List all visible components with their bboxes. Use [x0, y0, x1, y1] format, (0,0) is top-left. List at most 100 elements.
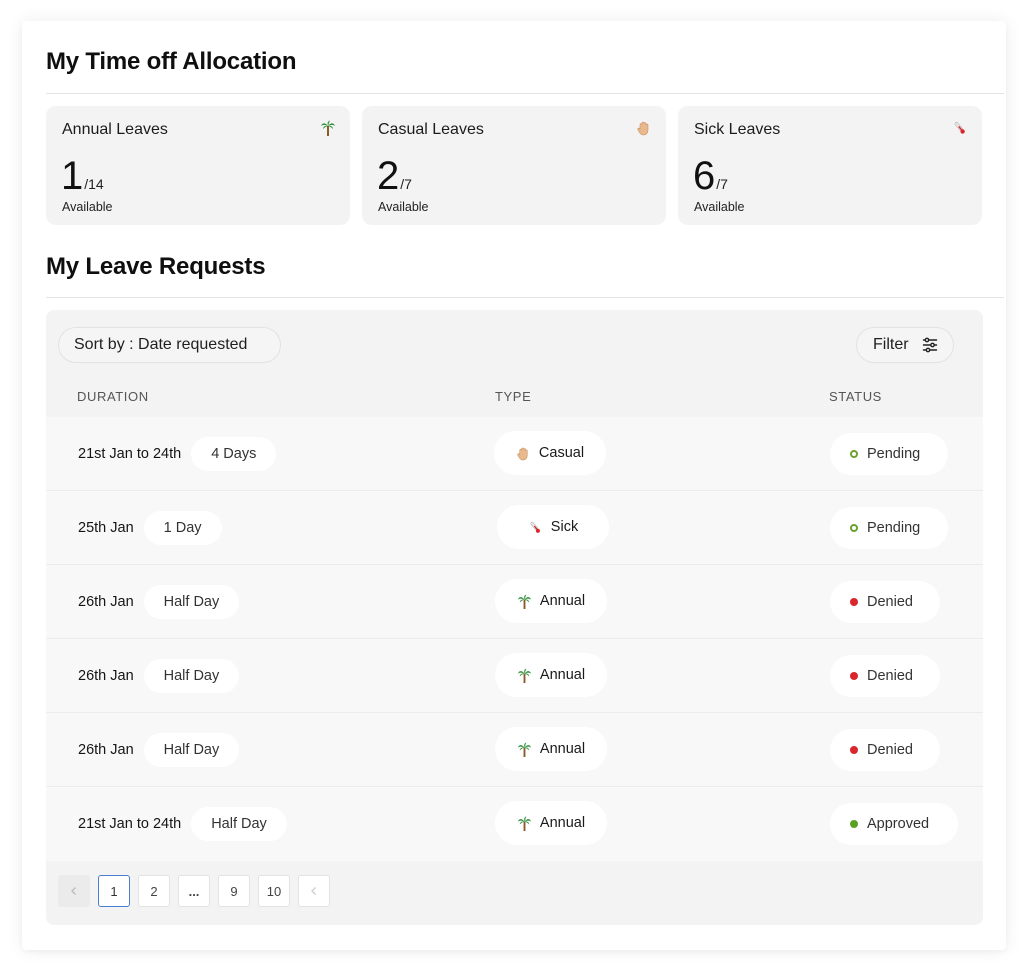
chevron-left-icon [71, 887, 76, 895]
filter-label: Filter [873, 336, 909, 353]
denied-status-dot [850, 746, 858, 754]
sick-leaves-sub: Available [694, 200, 745, 214]
thermometer-icon [954, 122, 965, 134]
type-label: Annual [539, 741, 586, 757]
duration-cell: 25th Jan 1 Day [78, 491, 222, 565]
sick-leaves-used: 6 [693, 154, 716, 198]
page-button-10[interactable]: 10 [258, 875, 290, 907]
annual-leaves-count: 1 /14 [61, 152, 104, 200]
date-range: 26th Jan [78, 594, 134, 610]
waving-hand-icon [517, 447, 528, 460]
column-header-type: TYPE [495, 389, 532, 404]
status-label: Denied [867, 742, 913, 758]
status-badge: Pending [830, 433, 948, 475]
annual-leaves-card: Annual Leaves 1 /14 Available [46, 106, 350, 225]
duration-cell: 21st Jan to 24th 4 Days [78, 417, 277, 491]
type-label: Annual [539, 667, 586, 683]
time-off-card: My Time off Allocation Annual Leaves 1 /… [22, 21, 1006, 950]
leave-requests-panel: Sort by : Date requested Filter DURATION… [46, 310, 983, 925]
casual-leaves-count: 2 /7 [377, 152, 412, 200]
table-row: 25th Jan 1 Day Sick Pending [46, 491, 983, 565]
annual-leaves-used: 1 [61, 154, 84, 198]
status-badge: Denied [830, 655, 940, 697]
status-badge: Denied [830, 581, 940, 623]
sort-label: Sort by : Date requested [74, 336, 248, 353]
type-chip: Annual [495, 579, 607, 623]
status-badge: Denied [830, 729, 940, 771]
table-row: 26th Jan Half Day Annual Denied [46, 565, 983, 639]
palm-tree-icon [517, 667, 531, 683]
status-badge: Pending [830, 507, 948, 549]
column-header-duration: DURATION [77, 389, 149, 404]
chevron-left-icon [311, 887, 316, 895]
date-range: 26th Jan [78, 742, 134, 758]
casual-leaves-total: /7 [400, 176, 412, 192]
duration-cell: 21st Jan to 24th Half Day [78, 787, 287, 861]
table-row: 21st Jan to 24th 4 Days Casual Pending [46, 417, 983, 491]
duration-cell: 26th Jan Half Day [78, 565, 240, 639]
annual-leaves-sub: Available [62, 200, 113, 214]
denied-status-dot [850, 672, 858, 680]
type-chip: Casual [494, 431, 606, 475]
denied-status-dot [850, 598, 858, 606]
duration-chip: 4 Days [191, 437, 277, 471]
pending-status-dot [850, 450, 858, 458]
status-badge: Approved [830, 803, 958, 845]
status-label: Denied [867, 668, 913, 684]
page-button-9[interactable]: 9 [218, 875, 250, 907]
allocation-title: My Time off Allocation [46, 48, 297, 75]
type-chip: Annual [495, 727, 607, 771]
casual-leaves-sub: Available [378, 200, 429, 214]
sick-leaves-card: Sick Leaves 6 /7 Available [678, 106, 982, 225]
duration-chip: Half Day [191, 807, 287, 841]
allocation-divider [46, 93, 1004, 94]
status-label: Pending [867, 446, 921, 462]
table-row: 26th Jan Half Day Annual Denied [46, 639, 983, 713]
casual-leaves-card: Casual Leaves 2 /7 Available [362, 106, 666, 225]
table-row: 21st Jan to 24th Half Day Annual Approve… [46, 787, 983, 861]
sort-button[interactable]: Sort by : Date requested [58, 327, 281, 363]
status-label: Approved [867, 816, 930, 832]
date-range: 26th Jan [78, 668, 134, 684]
sick-leaves-total: /7 [716, 176, 728, 192]
status-label: Pending [867, 520, 921, 536]
palm-tree-icon [321, 120, 335, 136]
duration-chip: 1 Day [143, 511, 222, 545]
pending-status-dot [850, 524, 858, 532]
requests-divider [46, 297, 1004, 298]
sliders-icon [922, 337, 937, 353]
type-label: Casual [538, 445, 585, 461]
waving-hand-icon [637, 121, 649, 136]
next-page-button[interactable] [298, 875, 330, 907]
date-range: 21st Jan to 24th [78, 816, 182, 832]
approved-status-dot [850, 820, 858, 828]
annual-leaves-total: /14 [84, 176, 104, 192]
duration-chip: Half Day [143, 659, 240, 693]
status-label: Denied [867, 594, 913, 610]
page-button-2[interactable]: 2 [138, 875, 170, 907]
sick-leaves-count: 6 /7 [693, 152, 728, 200]
type-chip: Sick [497, 505, 609, 549]
duration-cell: 26th Jan Half Day [78, 713, 240, 787]
palm-tree-icon [517, 815, 531, 831]
date-range: 25th Jan [78, 520, 134, 536]
type-label: Annual [539, 815, 586, 831]
table-row: 26th Jan Half Day Annual Denied [46, 713, 983, 787]
type-chip: Annual [495, 653, 607, 697]
page-button-1[interactable]: 1 [98, 875, 130, 907]
palm-tree-icon [517, 741, 531, 757]
type-label: Annual [539, 593, 586, 609]
pagination: 1 2 ... 9 10 [58, 875, 330, 907]
type-label: Sick [550, 519, 579, 535]
filter-button[interactable]: Filter [856, 327, 954, 363]
requests-title: My Leave Requests [46, 253, 266, 280]
duration-chip: Half Day [143, 733, 240, 767]
sick-leaves-label: Sick Leaves [694, 121, 781, 138]
column-header-status: STATUS [829, 389, 882, 404]
prev-page-button[interactable] [58, 875, 90, 907]
annual-leaves-label: Annual Leaves [62, 121, 168, 138]
page-ellipsis: ... [178, 875, 210, 907]
date-range: 21st Jan to 24th [78, 446, 182, 462]
casual-leaves-label: Casual Leaves [378, 121, 484, 138]
requests-table-body: 21st Jan to 24th 4 Days Casual Pending 2… [46, 417, 983, 861]
